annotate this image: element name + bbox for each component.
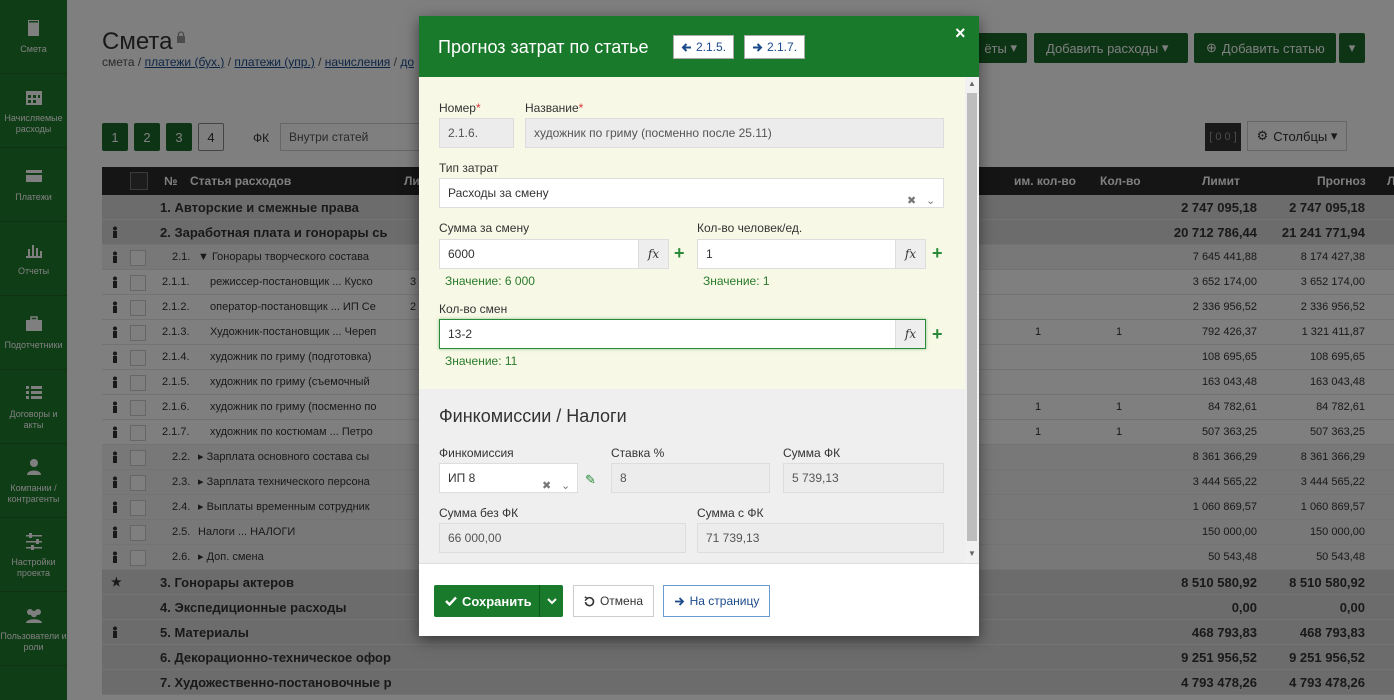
formula-icon[interactable]: fx	[895, 320, 925, 348]
add-formula-icon[interactable]: +	[932, 244, 943, 262]
name-label-text: Название	[525, 101, 579, 115]
shift-sum-input[interactable]: 6000 fx	[439, 239, 669, 269]
arrow-left-icon	[681, 42, 691, 52]
undo-icon	[584, 595, 595, 606]
fin-commission-value: ИП 8	[448, 471, 476, 485]
next-article-label: 2.1.7.	[767, 40, 798, 54]
fin-section-title: Финкомиссии / Налоги	[439, 406, 627, 426]
fk-sum-field[interactable]: 5 739,13	[783, 463, 944, 493]
sum-without-fk-label: Сумма без ФК	[439, 506, 519, 520]
formula-icon[interactable]: fx	[638, 240, 668, 268]
name-field[interactable]: художник по гриму (посменно после 25.11)	[525, 118, 944, 148]
modal-title: Прогноз затрат по статье	[438, 37, 649, 57]
modal-scrollbar[interactable]: ▲ ▼	[965, 77, 979, 563]
shifts-result: Значение: 11	[445, 354, 518, 368]
save-button[interactable]: Сохранить	[434, 585, 539, 617]
cost-type-label: Тип затрат	[439, 161, 499, 175]
modal-header: Прогноз затрат по статье 2.1.5. 2.1.7. ×	[419, 16, 979, 77]
scroll-thumb[interactable]	[967, 93, 977, 541]
modal-body: Номер* 2.1.6. Название* художник по грим…	[419, 77, 965, 563]
shift-sum-label: Сумма за смену	[439, 221, 530, 235]
sum-with-fk-field[interactable]: 71 739,13	[697, 523, 944, 553]
people-result: Значение: 1	[703, 274, 770, 288]
required-mark: *	[578, 101, 584, 115]
number-label: Номер*	[439, 101, 481, 115]
rate-label: Ставка %	[611, 446, 665, 460]
rate-field[interactable]: 8	[611, 463, 770, 493]
shifts-value: 13-2	[448, 327, 473, 341]
sum-with-fk-label: Сумма с ФК	[697, 506, 764, 520]
people-input[interactable]: 1 fx	[697, 239, 926, 269]
chevron-down-icon[interactable]: ⌄	[561, 472, 570, 492]
cancel-label: Отмена	[599, 594, 644, 608]
sum-without-fk-field[interactable]: 66 000,00	[439, 523, 686, 553]
arrow-right-icon	[674, 596, 684, 606]
to-page-button[interactable]: На страницу	[663, 585, 770, 617]
shift-sum-result: Значение: 6 000	[445, 274, 535, 288]
save-options-button[interactable]	[539, 585, 563, 617]
arrow-right-icon	[753, 42, 763, 52]
add-formula-icon[interactable]: +	[932, 325, 943, 343]
shift-sum-value: 6000	[448, 247, 475, 261]
clear-icon[interactable]: ✖	[907, 187, 916, 207]
people-label: Кол-во человек/ед.	[697, 221, 803, 235]
required-mark: *	[475, 101, 481, 115]
number-field[interactable]: 2.1.6.	[439, 118, 514, 148]
save-label: Сохранить	[462, 593, 532, 609]
formula-icon[interactable]: fx	[895, 240, 925, 268]
check-icon	[445, 596, 457, 606]
scroll-down-icon[interactable]: ▼	[968, 550, 976, 558]
prev-article-label: 2.1.5.	[696, 40, 727, 54]
people-value: 1	[706, 247, 713, 261]
fin-commission-label: Финкомиссия	[439, 446, 514, 460]
shifts-label: Кол-во смен	[439, 302, 508, 316]
cancel-button[interactable]: Отмена	[573, 585, 654, 617]
name-label: Название*	[525, 101, 583, 115]
cost-section: Номер* 2.1.6. Название* художник по грим…	[419, 77, 965, 389]
forecast-modal: Прогноз затрат по статье 2.1.5. 2.1.7. ×…	[419, 16, 979, 636]
modal-footer: Сохранить Отмена На страницу	[419, 563, 979, 636]
add-formula-icon[interactable]: +	[674, 244, 685, 262]
cost-type-select[interactable]: Расходы за смену ✖ ⌄	[439, 178, 944, 208]
clear-icon[interactable]: ✖	[542, 472, 551, 492]
fin-section: Финкомиссии / Налоги Финкомиссия ИП 8 ✖ …	[419, 389, 965, 563]
fk-sum-label: Сумма ФК	[783, 446, 841, 460]
to-page-label: На страницу	[689, 594, 760, 608]
fin-commission-select[interactable]: ИП 8 ✖ ⌄	[439, 463, 578, 493]
edit-pencil-icon[interactable]: ✎	[585, 472, 596, 488]
chevron-down-icon	[546, 597, 557, 604]
number-label-text: Номер	[439, 101, 476, 115]
next-article-button[interactable]: 2.1.7.	[744, 35, 806, 59]
close-icon[interactable]: ×	[955, 23, 966, 44]
prev-article-button[interactable]: 2.1.5.	[673, 35, 735, 59]
cost-type-value: Расходы за смену	[448, 186, 549, 200]
shifts-input[interactable]: 13-2 fx	[439, 319, 926, 349]
scroll-up-icon[interactable]: ▲	[968, 80, 976, 88]
chevron-down-icon[interactable]: ⌄	[926, 187, 935, 207]
